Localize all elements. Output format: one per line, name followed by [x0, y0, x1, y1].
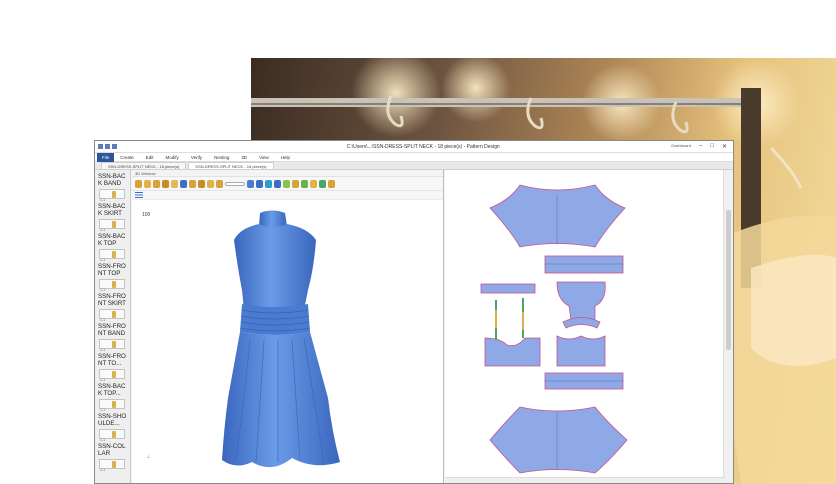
menu-view[interactable]: View	[253, 155, 275, 160]
pattern-design-window: C:\Users\...\SSN-DRESS-SPLIT NECK - 18 p…	[94, 140, 734, 484]
piece-label: SSN-SHO ULDE...	[98, 413, 127, 427]
save-icon[interactable]	[98, 144, 103, 149]
piece-label: SSN-BAC K SKIRT	[98, 203, 126, 217]
piece-list-item[interactable]: SSN-BAC K TOP... 1-1	[95, 380, 130, 412]
redo-icon[interactable]	[112, 144, 117, 149]
menu-bar: File Create Edit Modify Verify Nesting 3…	[95, 152, 733, 162]
piece-list-item[interactable]: SSN-BAC K SKIRT 1-1	[95, 200, 130, 232]
piece-label: SSN-FRO NT BAND	[98, 323, 126, 337]
screenshot-stage: C:\Users\...\SSN-DRESS-SPLIT NECK - 18 p…	[0, 0, 836, 484]
piece-count: 1-1	[100, 468, 106, 472]
status-text: Dashboard	[671, 143, 691, 148]
pattern-view-pane[interactable]	[445, 170, 725, 484]
pattern-piece-front-skirt	[489, 406, 628, 474]
menu-nesting[interactable]: Nesting	[208, 155, 235, 160]
pattern-piece-back-top	[556, 281, 606, 321]
piece-label: SSN-FRO NT TO...	[98, 353, 126, 367]
menu-create[interactable]: Create	[114, 155, 140, 160]
pattern-piece-ties	[495, 298, 524, 340]
menu-modify[interactable]: Modify	[160, 155, 185, 160]
axis-indicator-icon: ⊥	[146, 454, 151, 460]
scrollbar-thumb[interactable]	[726, 210, 731, 350]
piece-label: SSN-BAC K BAND	[98, 173, 126, 187]
document-tabs: SSN-DRESS-SPLIT NECK - 18 piece(s) SSN-D…	[95, 162, 733, 170]
title-bar: C:\Users\...\SSN-DRESS-SPLIT NECK - 18 p…	[95, 141, 733, 153]
minimize-icon[interactable]: –	[699, 143, 702, 150]
pattern-piece-front-top-left	[484, 337, 541, 367]
piece-label: SSN-COL LAR	[98, 443, 126, 457]
piece-list-item[interactable]: SSN-FRO NT TOP 1-1	[95, 260, 130, 292]
piece-list-item[interactable]: SSN-FRO NT SKIRT 1-1	[95, 290, 130, 322]
piece-list-item[interactable]: SSN-SHO ULDE... 1-1	[95, 410, 130, 442]
pattern-piece-back-skirt	[489, 184, 626, 248]
dress-skirt	[222, 332, 340, 468]
piece-list-item[interactable]: SSN-BAC K TOP 1-1	[95, 230, 130, 262]
piece-label: SSN-FRO NT SKIRT	[98, 293, 126, 307]
piece-list-item[interactable]: SSN-COL LAR 1-1	[95, 440, 130, 472]
pattern-pieces-canvas[interactable]	[445, 170, 725, 484]
piece-label: SSN-BAC K TOP...	[98, 383, 126, 397]
maximize-icon[interactable]: □	[710, 143, 714, 150]
tab-document-1[interactable]: SSN-DRESS-SPLIT NECK - 18 piece(s)	[101, 162, 187, 169]
menu-3d[interactable]: 3D	[235, 155, 253, 160]
dress-waist-band	[240, 304, 310, 335]
pattern-piece-shoulder-strip	[480, 283, 536, 294]
menu-file[interactable]: File	[97, 152, 115, 162]
dress-collar	[259, 210, 287, 228]
undo-icon[interactable]	[105, 144, 110, 149]
window-title: C:\Users\...\SSN-DRESS-SPLIT NECK - 18 p…	[346, 143, 500, 150]
3d-dress-model[interactable]	[132, 170, 444, 484]
piece-list-item[interactable]: SSN-FRO NT TO... 1-1	[95, 350, 130, 382]
piece-label: SSN-FRO NT TOP	[98, 263, 126, 277]
piece-list: SSN-BAC K BAND 1-1 SSN-BAC K SKIRT 1-1 SSN-B…	[95, 170, 131, 483]
quick-access-toolbar[interactable]	[95, 144, 175, 149]
vertical-scrollbar[interactable]	[723, 170, 733, 483]
piece-list-item[interactable]: SSN-BAC K BAND 1-1	[95, 170, 130, 202]
menu-verify[interactable]: Verify	[185, 155, 208, 160]
horizontal-scrollbar[interactable]	[445, 477, 725, 483]
piece-label: SSN-BAC K TOP	[98, 233, 126, 247]
menu-edit[interactable]: Edit	[140, 155, 160, 160]
piece-list-item[interactable]: SSN-FRO NT BAND 1-1	[95, 320, 130, 352]
pattern-piece-back-band	[544, 255, 624, 274]
pattern-piece-front-top	[556, 335, 606, 367]
dress-bodice	[234, 224, 316, 313]
close-icon[interactable]: ✕	[722, 143, 727, 150]
tab-document-2[interactable]: SSN-DRESS-SPLIT NECK - 18 piece(s)	[188, 162, 274, 169]
3d-view-pane: 3D Window 100 ⊥	[132, 170, 444, 484]
menu-help[interactable]: Help	[275, 155, 296, 160]
